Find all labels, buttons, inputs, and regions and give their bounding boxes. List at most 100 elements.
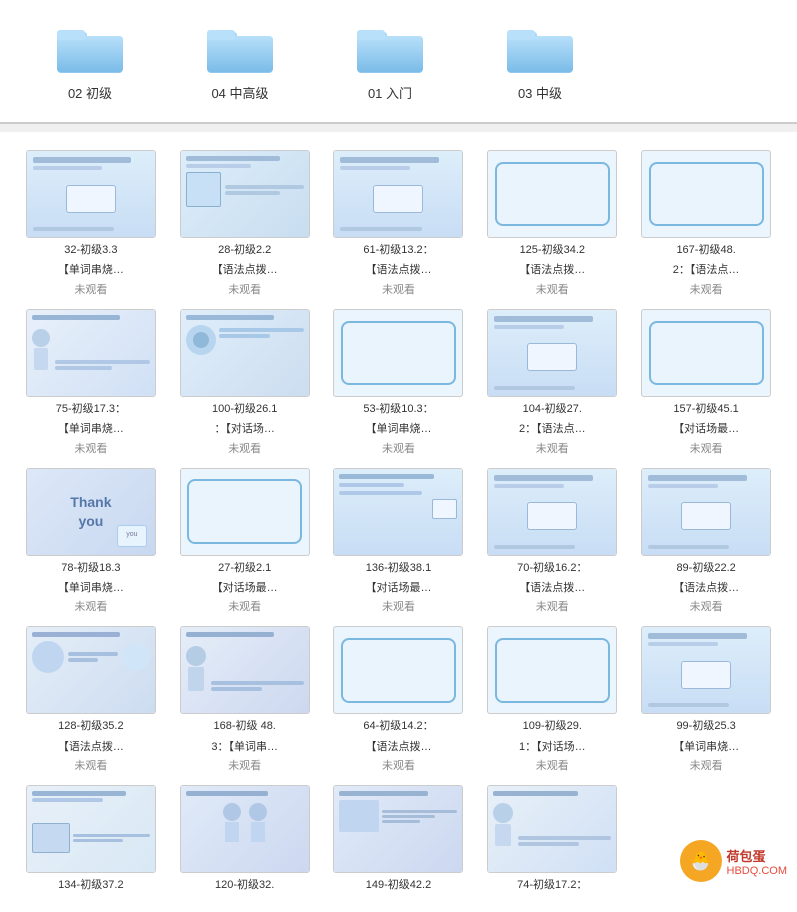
video-title: 120-初级32.: [180, 878, 310, 893]
video-thumbnail: [641, 150, 771, 238]
video-item[interactable]: 74-初级17.2：: [479, 785, 625, 893]
folder-grid: 02 初级 04 中高级: [20, 20, 767, 102]
video-subtitle: 【对话场最…: [641, 422, 771, 437]
video-item[interactable]: Thankyou you 78-初级18.3【单词串烧…未观看: [18, 468, 164, 615]
video-title: 99-初级25.3: [641, 719, 771, 734]
watermark-url: HBDQ.COM: [727, 865, 788, 877]
video-item[interactable]: 53-初级10.3：【单词串烧…未观看: [326, 309, 472, 456]
video-status: 未观看: [74, 281, 107, 297]
watermark-text: 荷包蛋: [727, 846, 788, 865]
video-title: 125-初级34.2: [487, 243, 617, 258]
video-item[interactable]: 120-初级32.: [172, 785, 318, 893]
video-thumbnail: [180, 468, 310, 556]
outline-box: [649, 162, 764, 227]
video-thumbnail: [333, 626, 463, 714]
folder-label: 03 中级: [518, 83, 562, 102]
video-thumbnail: [487, 468, 617, 556]
video-item[interactable]: 149-初级42.2: [326, 785, 472, 893]
video-title: 136-初级38.1: [333, 561, 463, 576]
video-subtitle: 【单词串烧…: [641, 740, 771, 755]
video-title: 167-初级48.: [641, 243, 771, 258]
video-item[interactable]: 168-初级 48. 3：【单词串… 未观看: [172, 626, 318, 773]
video-item[interactable]: 89-初级22.2【语法点拨…未观看: [633, 468, 779, 615]
outline-box: [649, 321, 764, 386]
video-status: 未观看: [382, 598, 415, 614]
video-thumbnail: [180, 309, 310, 397]
video-status: 未观看: [74, 598, 107, 614]
video-item[interactable]: 157-初级45.1【对话场最…未观看: [633, 309, 779, 456]
video-subtitle: 【语法点拨…: [641, 581, 771, 596]
video-status: 未观看: [228, 757, 261, 773]
video-subtitle: 【语法点拨…: [333, 263, 463, 278]
folder-item-folder-4[interactable]: 03 中级: [490, 20, 590, 102]
video-item[interactable]: 100-初级26.1：【对话场…未观看: [172, 309, 318, 456]
video-title: 32-初级3.3: [26, 243, 156, 258]
video-subtitle: 3：【单词串…: [180, 740, 310, 755]
video-item[interactable]: 27-初级2.1【对话场最…未观看: [172, 468, 318, 615]
video-thumbnail: [26, 309, 156, 397]
folder-icon: [505, 20, 575, 75]
video-subtitle: 【语法点拨…: [180, 263, 310, 278]
video-title: 128-初级35.2: [26, 719, 156, 734]
video-thumbnail: [487, 626, 617, 714]
video-title: 100-初级26.1: [180, 402, 310, 417]
video-subtitle: 1：【对话场…: [487, 740, 617, 755]
video-grid: 32-初级3.3 【单词串烧… 未观看 28-初级2.2【语法点拨…未观看: [10, 142, 787, 902]
folder-icon: [205, 20, 275, 75]
video-title: 149-初级42.2: [333, 878, 463, 893]
video-item[interactable]: 61-初级13.2：【语法点拨…未观看: [326, 150, 472, 297]
watermark-icon: 🐣: [680, 840, 722, 882]
video-thumbnail: [26, 626, 156, 714]
folder-section: 02 初级 04 中高级: [0, 0, 797, 124]
video-item[interactable]: 128-初级35.2【语法点拨…未观看: [18, 626, 164, 773]
video-thumbnail: [333, 468, 463, 556]
video-title: 134-初级37.2: [26, 878, 156, 893]
video-item[interactable]: 32-初级3.3 【单词串烧… 未观看: [18, 150, 164, 297]
outline-box: [495, 162, 610, 227]
video-item[interactable]: 99-初级25.3【单词串烧…未观看: [633, 626, 779, 773]
video-item[interactable]: 75-初级17.3：【单词串烧…未观看: [18, 309, 164, 456]
folder-item-folder-3[interactable]: 01 入门: [340, 20, 440, 102]
video-subtitle: 【单词串烧…: [26, 263, 156, 278]
video-status: 未观看: [690, 598, 723, 614]
video-item[interactable]: 134-初级37.2: [18, 785, 164, 893]
video-subtitle: 【语法点拨…: [26, 740, 156, 755]
video-subtitle: 【单词串烧…: [26, 422, 156, 437]
folder-item-folder-2[interactable]: 04 中高级: [190, 20, 290, 102]
video-status: 未观看: [536, 440, 569, 456]
video-status: 未观看: [536, 281, 569, 297]
folder-label: 02 初级: [68, 83, 112, 102]
video-item[interactable]: 28-初级2.2【语法点拨…未观看: [172, 150, 318, 297]
video-subtitle: 【单词串烧…: [26, 581, 156, 596]
video-item[interactable]: 136-初级38.1【对话场最…未观看: [326, 468, 472, 615]
video-subtitle: 【单词串烧…: [333, 422, 463, 437]
video-item[interactable]: 104-初级27.2：【语法点…未观看: [479, 309, 625, 456]
video-thumbnail: [333, 309, 463, 397]
video-title: 70-初级16.2：: [487, 561, 617, 576]
video-thumbnail: [641, 626, 771, 714]
video-item[interactable]: 64-初级14.2：【语法点拨…未观看: [326, 626, 472, 773]
video-subtitle: 【语法点拨…: [487, 263, 617, 278]
folder-item-folder-1[interactable]: 02 初级: [40, 20, 140, 102]
video-title: 157-初级45.1: [641, 402, 771, 417]
video-thumbnail: [487, 309, 617, 397]
folder-icon: [355, 20, 425, 75]
folder-icon: [55, 20, 125, 75]
video-item[interactable]: 109-初级29.1：【对话场…未观看: [479, 626, 625, 773]
video-subtitle: 【语法点拨…: [333, 740, 463, 755]
video-status: 未观看: [690, 281, 723, 297]
video-title: 168-初级 48.: [180, 719, 310, 734]
video-item[interactable]: 70-初级16.2：【语法点拨…未观看: [479, 468, 625, 615]
video-item[interactable]: 167-初级48.2：【语法点…未观看: [633, 150, 779, 297]
video-thumbnail: [333, 150, 463, 238]
video-status: 未观看: [228, 598, 261, 614]
thankyou-text: Thankyou: [70, 493, 111, 529]
video-status: 未观看: [228, 440, 261, 456]
video-status: 未观看: [74, 440, 107, 456]
video-thumbnail: [180, 626, 310, 714]
outline-box: [341, 321, 456, 386]
watermark: 🐣 荷包蛋 HBDQ.COM: [680, 840, 788, 882]
video-item[interactable]: 125-初级34.2 【语法点拨… 未观看: [479, 150, 625, 297]
folder-label: 04 中高级: [211, 83, 268, 102]
video-thumbnail: [487, 150, 617, 238]
